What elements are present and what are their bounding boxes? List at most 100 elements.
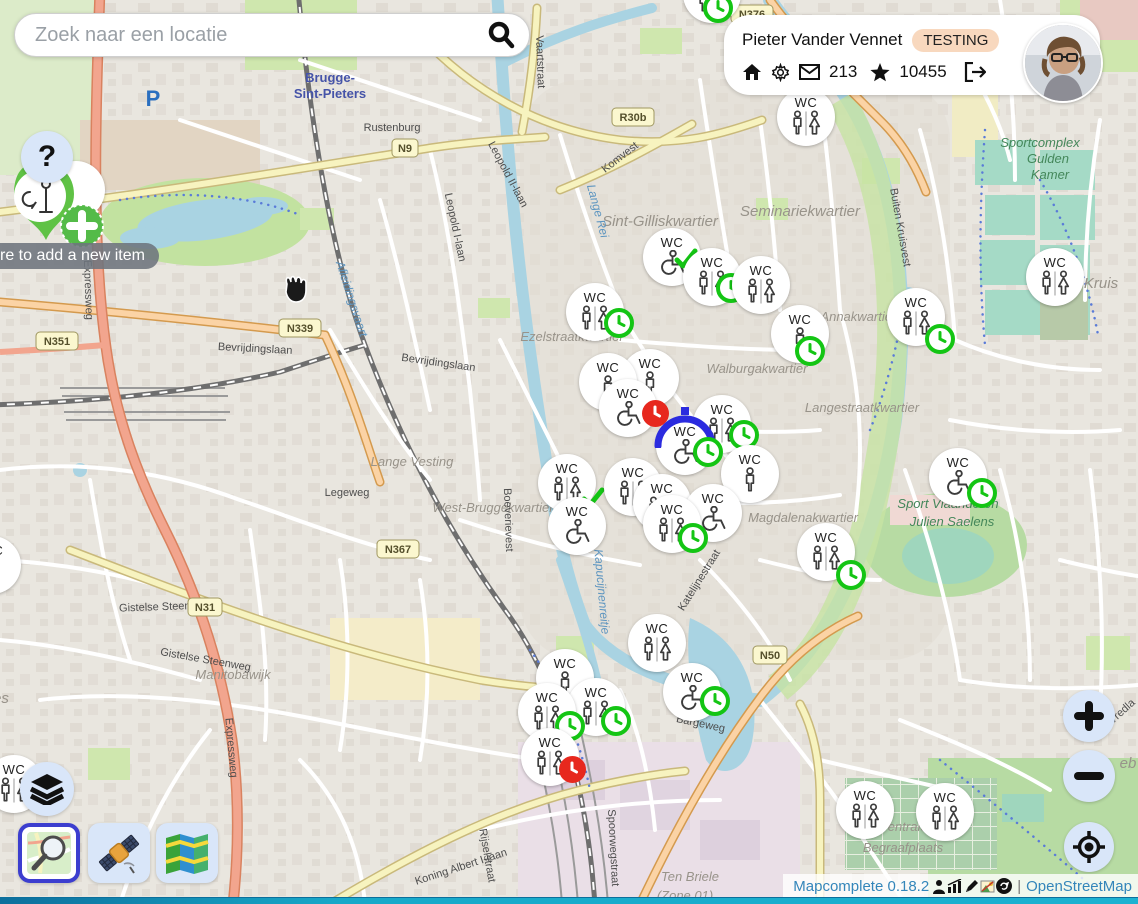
toilet-marker[interactable]: WC bbox=[599, 379, 657, 437]
opening-hours-open-badge bbox=[967, 478, 997, 508]
toilet-marker[interactable]: WC bbox=[521, 728, 579, 786]
toilet-marker[interactable]: WC bbox=[663, 663, 721, 721]
toilet-marker[interactable]: WC bbox=[887, 288, 945, 346]
map-label: Vaartstraat bbox=[533, 35, 547, 88]
toilet-marker[interactable]: WC bbox=[643, 495, 701, 553]
zoom-in-button[interactable] bbox=[1063, 690, 1115, 742]
toilet-marker[interactable]: WC bbox=[836, 781, 894, 839]
map-label: Manitobawijk bbox=[195, 667, 272, 682]
map-label: Lange Vesting bbox=[371, 454, 454, 469]
map-label: Sint-Pieters bbox=[294, 86, 366, 101]
settings-gear-icon[interactable] bbox=[771, 63, 790, 82]
svg-text:R30b: R30b bbox=[620, 112, 647, 124]
marker-wc-label: WC bbox=[795, 96, 818, 109]
star-icon[interactable] bbox=[870, 63, 890, 82]
geolocate-button[interactable] bbox=[1064, 822, 1114, 872]
svg-text:N339: N339 bbox=[287, 323, 313, 335]
marker-wc-label: WC bbox=[681, 671, 704, 684]
marker-wc-label: WC bbox=[702, 492, 725, 505]
license-circle-icon[interactable] bbox=[996, 878, 1012, 894]
changeset-count: 10455 bbox=[899, 62, 946, 82]
messages-icon[interactable] bbox=[799, 64, 820, 80]
toilet-marker[interactable]: WC bbox=[656, 417, 714, 475]
marker-wc-label: WC bbox=[3, 763, 26, 776]
bottom-accent-bar bbox=[0, 898, 1138, 904]
toilet-marker[interactable]: WC bbox=[628, 614, 686, 672]
marker-wc-label: WC bbox=[646, 622, 669, 635]
marker-wc-label: WC bbox=[739, 453, 762, 466]
marker-wc-label: WC bbox=[701, 256, 724, 269]
toilet-marker[interactable]: WC bbox=[566, 283, 624, 341]
map-label: Boeverievest bbox=[501, 488, 515, 552]
map-label: eb bbox=[1120, 755, 1137, 772]
minus-icon bbox=[1074, 761, 1104, 791]
road-shield: N339 bbox=[279, 319, 321, 337]
toilet-marker[interactable]: WC bbox=[797, 523, 855, 581]
opening-hours-open-badge bbox=[836, 560, 866, 590]
svg-text:N31: N31 bbox=[195, 602, 215, 614]
layers-button[interactable] bbox=[20, 762, 74, 816]
toilet-marker[interactable]: WC bbox=[929, 448, 987, 506]
marker-wc-label: WC bbox=[905, 296, 928, 309]
statistics-icon[interactable] bbox=[947, 879, 963, 893]
background-style-othermap-button[interactable] bbox=[156, 823, 218, 883]
map-label: Magdalenakwartier bbox=[748, 510, 859, 525]
marker-wc-label: WC bbox=[661, 503, 684, 516]
map-label: Kamer bbox=[1031, 167, 1070, 182]
marker-wc-label: WC bbox=[566, 505, 589, 518]
help-button[interactable]: ? bbox=[21, 131, 73, 183]
road-shield: N367 bbox=[377, 540, 419, 558]
svg-text:N50: N50 bbox=[760, 650, 780, 662]
marker-wc-label: WC bbox=[639, 357, 662, 370]
road-shield: N31 bbox=[188, 598, 222, 616]
toilet-marker[interactable]: WC bbox=[777, 88, 835, 146]
attribution-bar: Mapcomplete 0.18.2 | OpenStreetMap bbox=[783, 874, 1138, 898]
marker-wc-label: WC bbox=[651, 482, 674, 495]
toilet-marker[interactable]: WC bbox=[771, 305, 829, 363]
search-icon[interactable] bbox=[485, 19, 517, 51]
map-label: Sint-Gilliskwartier bbox=[602, 213, 719, 230]
wheelchair-icon bbox=[561, 519, 593, 547]
search-input[interactable] bbox=[33, 23, 485, 48]
marker-wc-label: WC bbox=[854, 789, 877, 802]
man-woman-icon bbox=[1037, 270, 1073, 298]
background-style-map-button[interactable] bbox=[18, 823, 80, 883]
svg-text:N367: N367 bbox=[385, 544, 411, 556]
road-shield: N351 bbox=[36, 332, 78, 350]
road-shield: R30b bbox=[612, 108, 654, 126]
toilet-marker[interactable]: WC bbox=[916, 783, 974, 841]
marker-wc-label: WC bbox=[711, 403, 734, 416]
marker-wc-label: WC bbox=[585, 686, 608, 699]
map-label: Seminariekwartier bbox=[740, 203, 861, 220]
background-style-satellite-button[interactable] bbox=[88, 823, 150, 883]
toilet-marker[interactable]: WC bbox=[1026, 248, 1084, 306]
opening-hours-open-badge bbox=[601, 706, 631, 736]
openstreetmap-link[interactable]: OpenStreetMap bbox=[1026, 878, 1132, 895]
add-item-tooltip: re to add a new item bbox=[0, 243, 159, 269]
marker-wc-label: WC bbox=[617, 387, 640, 400]
wheelchair-icon bbox=[612, 401, 644, 429]
mapcomplete-version-link[interactable]: Mapcomplete 0.18.2 bbox=[793, 878, 929, 895]
messages-count: 213 bbox=[829, 62, 857, 82]
map-label: Brugge- bbox=[305, 70, 355, 85]
toilet-marker[interactable]: WC bbox=[732, 256, 790, 314]
man-woman-icon bbox=[927, 805, 963, 833]
man-woman-icon bbox=[847, 803, 883, 831]
picture-license-icon bbox=[980, 879, 995, 894]
opening-hours-closed-badge bbox=[642, 400, 669, 427]
marker-wc-label: WC bbox=[536, 691, 559, 704]
marker-wc-label: WC bbox=[556, 462, 579, 475]
logout-icon[interactable] bbox=[964, 62, 986, 82]
marker-wc-label: WC bbox=[750, 264, 773, 277]
home-icon[interactable] bbox=[742, 62, 762, 82]
opening-hours-open-badge bbox=[604, 308, 634, 338]
toilet-marker[interactable]: WC bbox=[548, 497, 606, 555]
map-label: Sportcomplex bbox=[1000, 135, 1080, 150]
user-avatar[interactable] bbox=[1023, 23, 1103, 103]
map-label: P bbox=[146, 86, 161, 111]
contributor-person-icon[interactable] bbox=[932, 879, 946, 894]
map-label: Begraafplaats bbox=[863, 840, 944, 855]
zoom-out-button[interactable] bbox=[1063, 750, 1115, 802]
search-bar[interactable] bbox=[14, 13, 530, 57]
edit-pencil-icon[interactable] bbox=[964, 879, 979, 894]
